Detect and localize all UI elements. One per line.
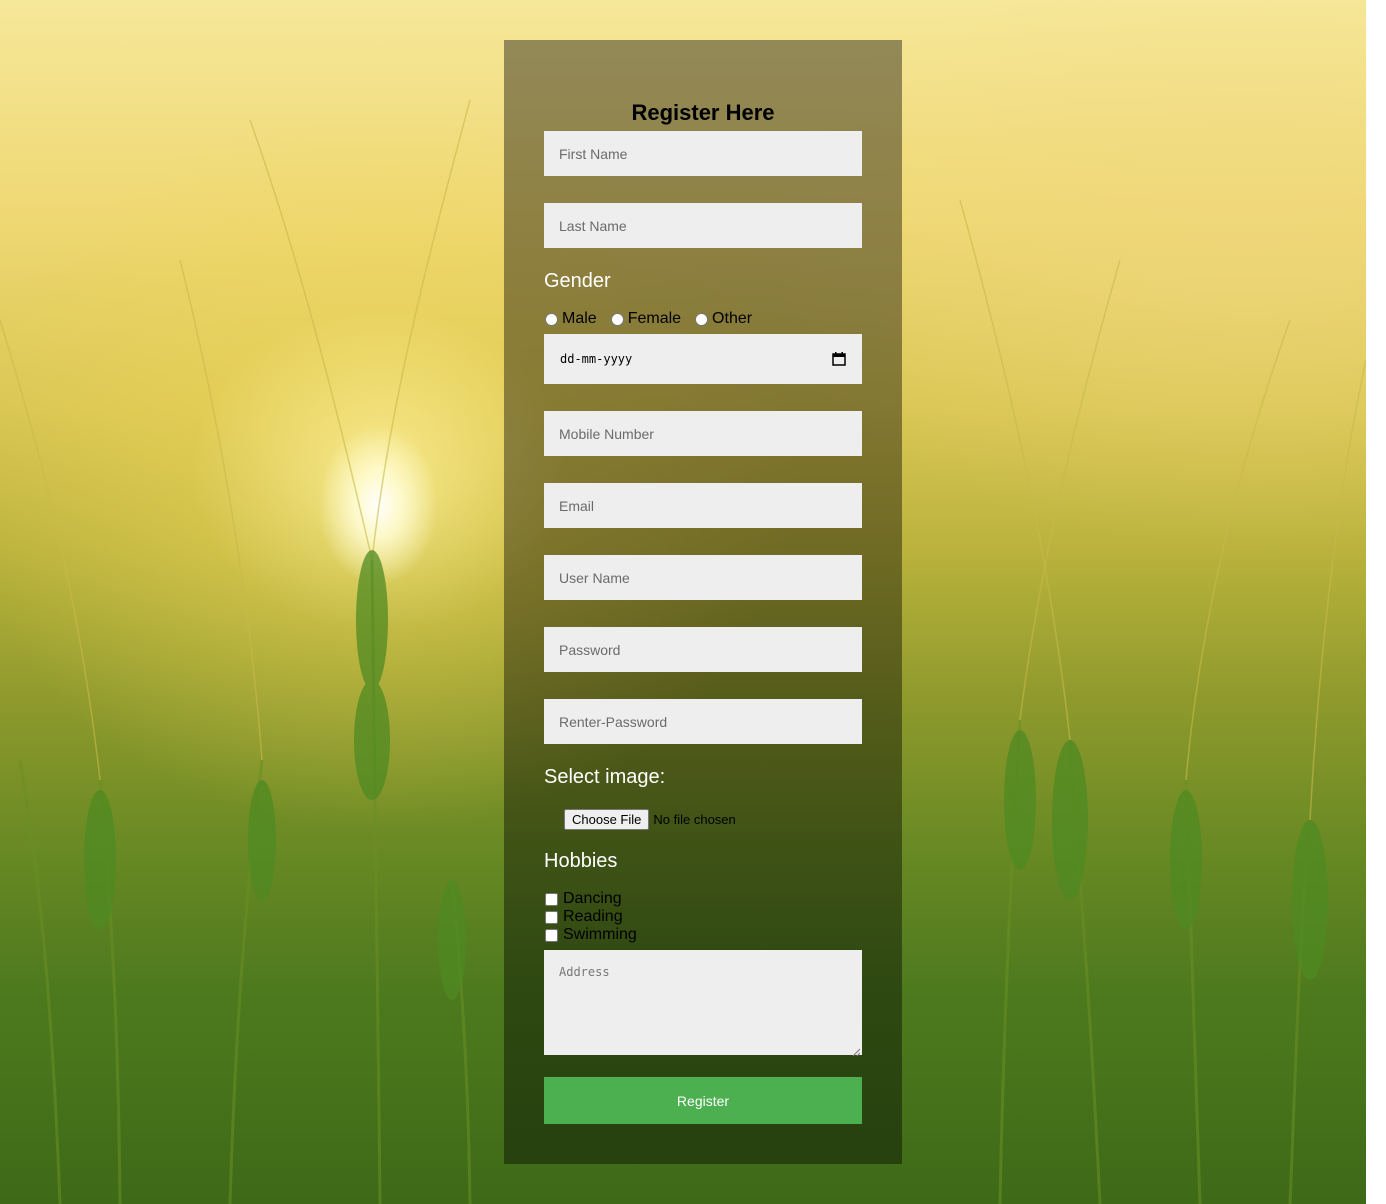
reenter-password-placeholder: Renter-Password (559, 713, 668, 730)
username-placeholder: User Name (559, 569, 630, 586)
gender-label: Gender (544, 270, 611, 292)
date-placeholder: dd-mm-yyyy (560, 352, 633, 366)
choose-file-button[interactable]: Choose File (564, 809, 650, 830)
file-status-text: No file chosen (653, 812, 736, 827)
form-title: Register Here (631, 100, 775, 125)
password-placeholder: Password (559, 641, 621, 658)
gender-male-radio[interactable] (545, 312, 558, 326)
hobby-reading-label: Reading (563, 908, 623, 925)
email-input[interactable]: Email (544, 483, 862, 528)
hobby-swimming-checkbox[interactable] (545, 928, 558, 942)
register-button[interactable]: Register (544, 1077, 862, 1124)
first-name-placeholder: First Name (559, 145, 628, 162)
email-placeholder: Email (559, 497, 595, 514)
resize-handle-icon[interactable] (852, 1045, 861, 1057)
hobby-swimming: Swimming (544, 926, 637, 944)
gender-radio-group: Male Female Other (544, 310, 765, 328)
hobbies-label: Hobbies (544, 850, 618, 872)
hobby-reading-checkbox[interactable] (545, 910, 558, 924)
image-file-input: Choose File No file chosen (564, 809, 736, 830)
gender-female-label: Female (627, 310, 682, 327)
first-name-input[interactable]: First Name (544, 131, 862, 176)
mobile-placeholder: Mobile Number (559, 425, 654, 442)
reenter-password-input[interactable]: Renter-Password (544, 699, 862, 744)
calendar-icon[interactable] (832, 352, 846, 366)
username-input[interactable]: User Name (544, 555, 862, 600)
last-name-placeholder: Last Name (559, 217, 627, 234)
hobby-dancing-label: Dancing (563, 890, 622, 907)
hobby-swimming-label: Swimming (563, 926, 637, 943)
gender-female-radio[interactable] (610, 312, 624, 326)
last-name-input[interactable]: Last Name (544, 203, 862, 248)
hobby-dancing-checkbox[interactable] (545, 892, 558, 906)
gender-other-radio[interactable] (695, 312, 709, 326)
hobby-dancing: Dancing (544, 890, 622, 908)
gender-other-label: Other (712, 310, 753, 327)
mobile-number-input[interactable]: Mobile Number (544, 411, 862, 456)
gender-male-label: Male (562, 310, 597, 327)
address-placeholder: Address (559, 965, 610, 979)
hobby-reading: Reading (544, 908, 623, 926)
date-of-birth-input[interactable]: dd-mm-yyyy (544, 334, 862, 384)
password-input[interactable]: Password (544, 627, 862, 672)
select-image-label: Select image: (544, 766, 666, 788)
address-textarea[interactable]: Address (544, 950, 862, 1057)
